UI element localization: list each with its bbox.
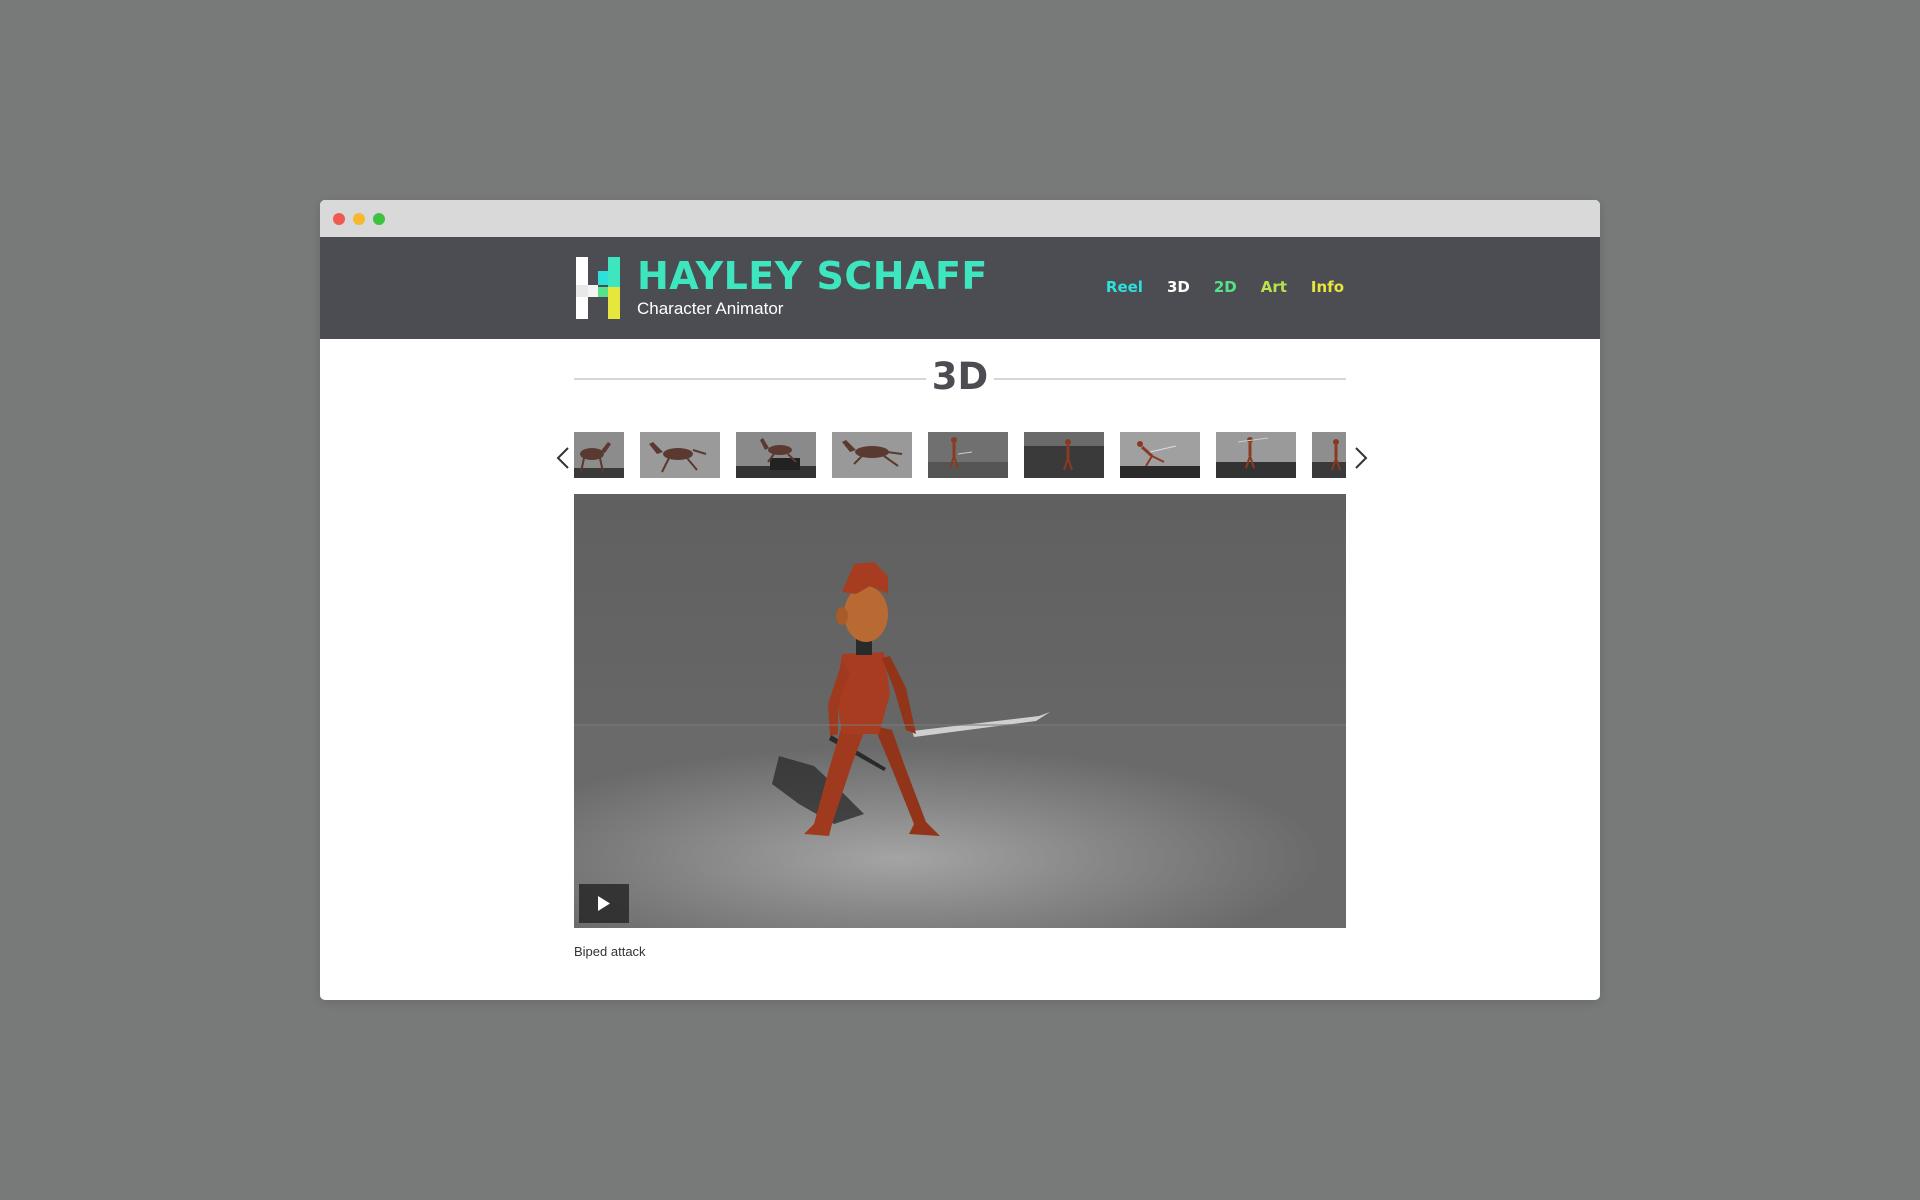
- section-heading: 3D: [574, 355, 1346, 399]
- nav-item-info[interactable]: Info: [1311, 277, 1344, 297]
- browser-titlebar: [320, 200, 1600, 237]
- nav-item-2d[interactable]: 2D: [1214, 277, 1237, 297]
- nav-item-reel[interactable]: Reel: [1106, 277, 1143, 297]
- thumbnail-biped-3[interactable]: [1120, 432, 1200, 478]
- site-tagline: Character Animator: [637, 299, 784, 318]
- thumbnail-biped-5[interactable]: [1312, 432, 1346, 478]
- h-pixel-logo-icon[interactable]: [576, 257, 622, 319]
- play-icon: [598, 896, 610, 911]
- video-frame-biped-attack: [574, 494, 1346, 928]
- nav-item-art[interactable]: Art: [1261, 277, 1287, 297]
- close-window-button[interactable]: [333, 213, 345, 225]
- site-header: HAYLEY SCHAFF Character Animator Reel 3D…: [320, 237, 1600, 339]
- heading-divider-right: [994, 378, 1346, 380]
- zoom-window-button[interactable]: [373, 213, 385, 225]
- thumbnail-horse-3[interactable]: [736, 432, 816, 478]
- thumbnail-horse-1[interactable]: [574, 432, 624, 478]
- chevron-left-icon[interactable]: [552, 442, 576, 474]
- play-button[interactable]: [579, 884, 629, 923]
- thumbnail-biped-attack[interactable]: [928, 432, 1008, 478]
- video-player[interactable]: [574, 494, 1346, 928]
- minimize-window-button[interactable]: [353, 213, 365, 225]
- thumbnail-biped-2[interactable]: [1024, 432, 1104, 478]
- main-nav: Reel 3D 2D Art Info: [1106, 277, 1344, 297]
- thumbnail-carousel: [574, 432, 1346, 478]
- video-caption: Biped attack: [574, 944, 646, 959]
- page-title: 3D: [931, 355, 989, 398]
- thumbnail-horse-4[interactable]: [832, 432, 912, 478]
- site-name[interactable]: HAYLEY SCHAFF: [637, 254, 988, 298]
- browser-window: HAYLEY SCHAFF Character Animator Reel 3D…: [320, 200, 1600, 1000]
- thumbnail-horse-2[interactable]: [640, 432, 720, 478]
- nav-item-3d[interactable]: 3D: [1167, 277, 1190, 297]
- thumbnail-biped-4[interactable]: [1216, 432, 1296, 478]
- chevron-right-icon[interactable]: [1348, 442, 1372, 474]
